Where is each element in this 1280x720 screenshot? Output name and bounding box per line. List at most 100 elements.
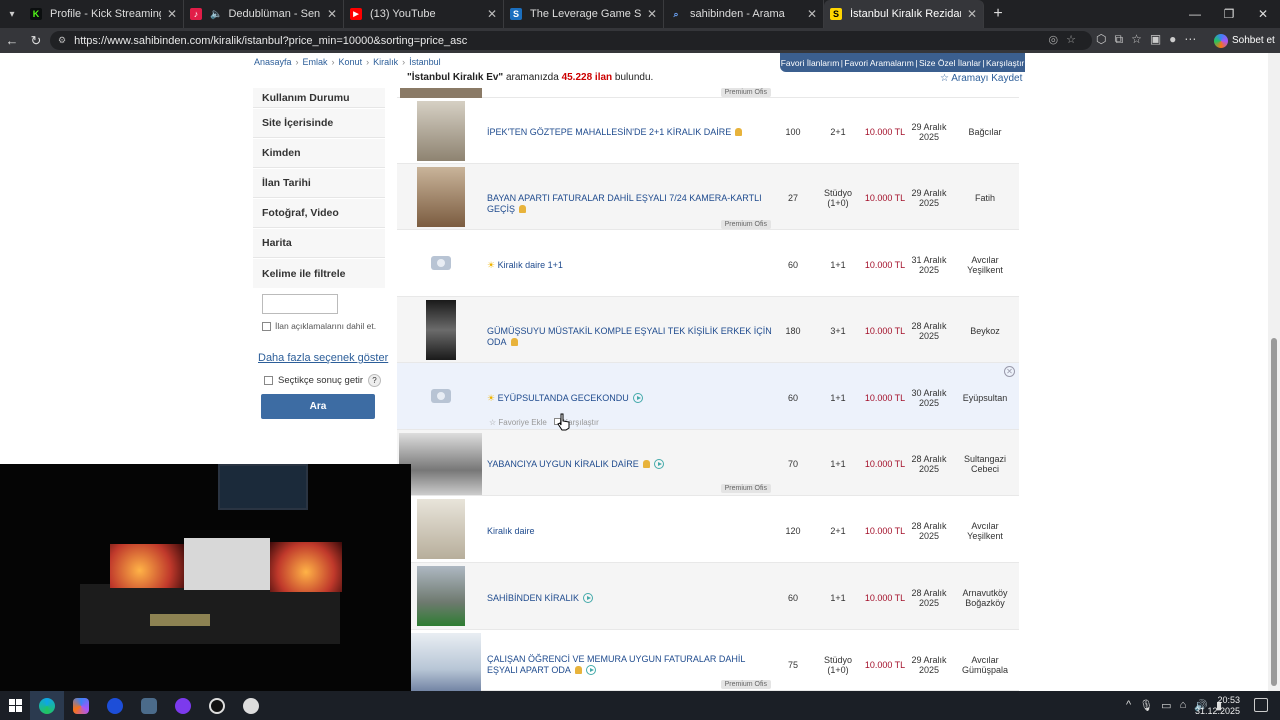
table-row[interactable]: GÜMÜŞSUYU MÜSTAKİL KOMPLE EŞYALI TEK KİŞ… [397,297,1019,363]
more-icon[interactable]: ⋯ [1184,32,1196,47]
back-icon[interactable]: ← [0,33,24,48]
scrollbar-thumb[interactable] [1271,338,1277,686]
tab-kick[interactable]: K Profile - Kick Streaming ✕ [24,0,184,28]
new-tab-icon[interactable]: + [984,5,1012,23]
close-icon[interactable]: ✕ [167,7,177,21]
maximize-icon[interactable]: ❐ [1212,0,1246,28]
listing-thumbnail[interactable] [417,366,465,426]
listing-thumbnail[interactable] [417,566,465,626]
table-row[interactable]: İPEK'TEN GÖZTEPE MAHALLESİN'DE 2+1 KİRAL… [397,98,1019,164]
taskbar-app[interactable] [166,691,200,720]
filter-from-whom[interactable]: Kimden [253,139,385,168]
close-icon[interactable]: ✕ [967,7,977,21]
listing-title[interactable]: GÜMÜŞSUYU MÜSTAKİL KOMPLE EŞYALI TEK KİŞ… [487,326,777,348]
listing-thumbnail[interactable] [417,167,465,227]
minimize-icon[interactable]: — [1178,0,1212,28]
tab-sahibinden-active[interactable]: S İstanbul Kiralık Rezidans, Villa, Mü ✕ [824,0,984,28]
split-icon[interactable]: ⧉ [1114,32,1123,47]
listing-title[interactable]: İPEK'TEN GÖZTEPE MAHALLESİN'DE 2+1 KİRAL… [487,127,769,138]
filter-listing-date[interactable]: İlan Tarihi [253,169,385,198]
chevron-up-icon[interactable]: ^ [1126,699,1131,712]
network-icon[interactable]: ⌂ [1180,699,1187,712]
favorites-icon[interactable]: ☆ [1131,32,1142,47]
taskbar-app[interactable] [132,691,166,720]
listing-thumbnail[interactable] [417,233,465,293]
tab-steam[interactable]: S The Leverage Game Steam'de ✕ [504,0,664,28]
display-icon[interactable]: ▭ [1161,699,1171,712]
compare-link[interactable]: Karşılaştır [986,58,1024,68]
page-scrollbar[interactable] [1268,53,1280,691]
favorite-listings-link[interactable]: Favori İlanlarım [781,58,840,68]
keyword-input[interactable] [262,294,338,314]
special-listings-link[interactable]: Size Özel İlanlar [919,58,981,68]
tab-search-icon[interactable]: ▾ [0,0,24,28]
reader-icon[interactable]: ◎ [1049,34,1067,46]
listing-title[interactable]: BAYAN APARTI FATURALAR DAHİL EŞYALI 7/24… [487,193,769,215]
checkbox[interactable] [262,321,271,331]
close-icon[interactable]: ✕ [487,7,497,21]
extensions-icon[interactable]: ⬡ [1096,32,1106,47]
clock[interactable]: 20:53 31.12.2025 [1195,695,1240,717]
add-favorite-link[interactable]: Favoriye Ekle [498,418,546,427]
filter-usage-status[interactable]: Kullanım Durumu [253,88,385,108]
more-options-link[interactable]: Daha fazla seçenek göster [258,352,388,364]
collections-icon[interactable]: ▣ [1150,32,1161,47]
listing-title[interactable]: ☀ Kiralık daire 1+1 [487,260,769,271]
taskbar-edge[interactable] [30,691,64,720]
include-description-checkbox[interactable]: İlan açıklamalarını dahil et. [262,321,376,331]
tab-sahibinden-search[interactable]: ⌕ sahibinden - Arama ✕ [664,0,824,28]
close-icon[interactable]: ✕ [647,7,657,21]
table-row[interactable]: Kiralık daire 120 2+1 10.000 TL 28 Aralı… [397,496,1019,563]
checkbox[interactable] [264,376,273,385]
microphone-icon[interactable]: 🎙 [1139,699,1153,712]
listing-thumbnail[interactable] [417,499,465,559]
url-field[interactable]: ⚙ https://www.sahibinden.com/kiralik/ist… [50,31,1092,50]
favorite-searches-link[interactable]: Favori Aramalarım [844,58,913,68]
tab-youtube[interactable]: ▶ (13) YouTube ✕ [344,0,504,28]
tab-dedubluman[interactable]: ♪ 🔈 Dedublüman - Sen Bilmezsin ✕ [184,0,344,28]
breadcrumb-item[interactable]: Konut [339,57,363,67]
windows-start-icon[interactable] [0,699,30,712]
profile-icon[interactable]: ● [1169,32,1176,47]
close-icon[interactable]: ✕ [807,7,817,21]
taskbar-app[interactable] [98,691,132,720]
table-row[interactable]: ☀ Kiralık daire 1+1 60 1+1 10.000 TL 31 … [397,230,1019,297]
bookmark-star-icon[interactable]: ☆ [1066,34,1084,46]
table-row[interactable]: SAHİBİNDEN KİRALIK 60 1+1 10.000 TL 28 A… [397,563,1019,630]
speaker-icon[interactable]: 🔈 [210,9,222,20]
copilot-button[interactable]: Sohbet et [1214,31,1276,50]
site-info-icon[interactable]: ⚙ [58,35,66,46]
reload-icon[interactable]: ↻ [24,33,48,49]
taskbar-app[interactable] [234,691,268,720]
breadcrumb-item[interactable]: Kiralık [373,57,398,67]
notification-icon[interactable] [1254,698,1268,712]
listing-title[interactable]: ☀ EYÜPSULTANDA GECEKONDU [487,393,769,404]
table-row[interactable]: YABANCIYA UYGUN KİRALIK DAİRE 70 1+1 10.… [397,430,1019,496]
help-icon[interactable]: ? [368,374,382,387]
instant-results-checkbox[interactable]: Seçtikçe sonuç getir? [264,374,382,387]
listing-title[interactable]: Kiralık daire [487,526,769,537]
taskbar-app[interactable] [200,691,234,720]
breadcrumb-item[interactable]: Emlak [303,57,328,67]
search-button[interactable]: Ara [261,394,375,419]
table-row[interactable]: ☀ EYÜPSULTANDA GECEKONDU 60 1+1 10.000 T… [397,363,1019,430]
close-icon[interactable]: ✕ [327,7,337,21]
close-icon[interactable]: ✕ [1004,366,1015,377]
filter-map[interactable]: Harita [253,229,385,258]
breadcrumb-item[interactable]: Anasayfa [254,57,292,67]
listing-title[interactable]: ÇALIŞAN ÖĞRENCİ VE MEMURA UYGUN FATURALA… [487,654,772,676]
listing-thumbnail[interactable] [399,433,482,495]
save-search-button[interactable]: ☆ Aramayı Kaydet [940,73,1022,84]
close-window-icon[interactable]: ✕ [1246,0,1280,28]
table-row[interactable]: BAYAN APARTI FATURALAR DAHİL EŞYALI 7/24… [397,164,1019,230]
listing-thumbnail[interactable] [417,101,465,161]
table-row-partial[interactable]: Premium Ofis [397,88,1019,98]
listing-thumbnail[interactable] [426,300,456,360]
listing-thumbnail[interactable] [411,633,481,691]
listing-title[interactable]: YABANCIYA UYGUN KİRALIK DAİRE [487,459,769,470]
breadcrumb-item[interactable]: İstanbul [409,57,441,67]
filter-photo-video[interactable]: Fotoğraf, Video [253,199,385,228]
filter-in-site[interactable]: Site İçerisinde [253,109,385,138]
table-row[interactable]: ÇALIŞAN ÖĞRENCİ VE MEMURA UYGUN FATURALA… [397,630,1019,691]
listing-title[interactable]: SAHİBİNDEN KİRALIK [487,593,769,604]
